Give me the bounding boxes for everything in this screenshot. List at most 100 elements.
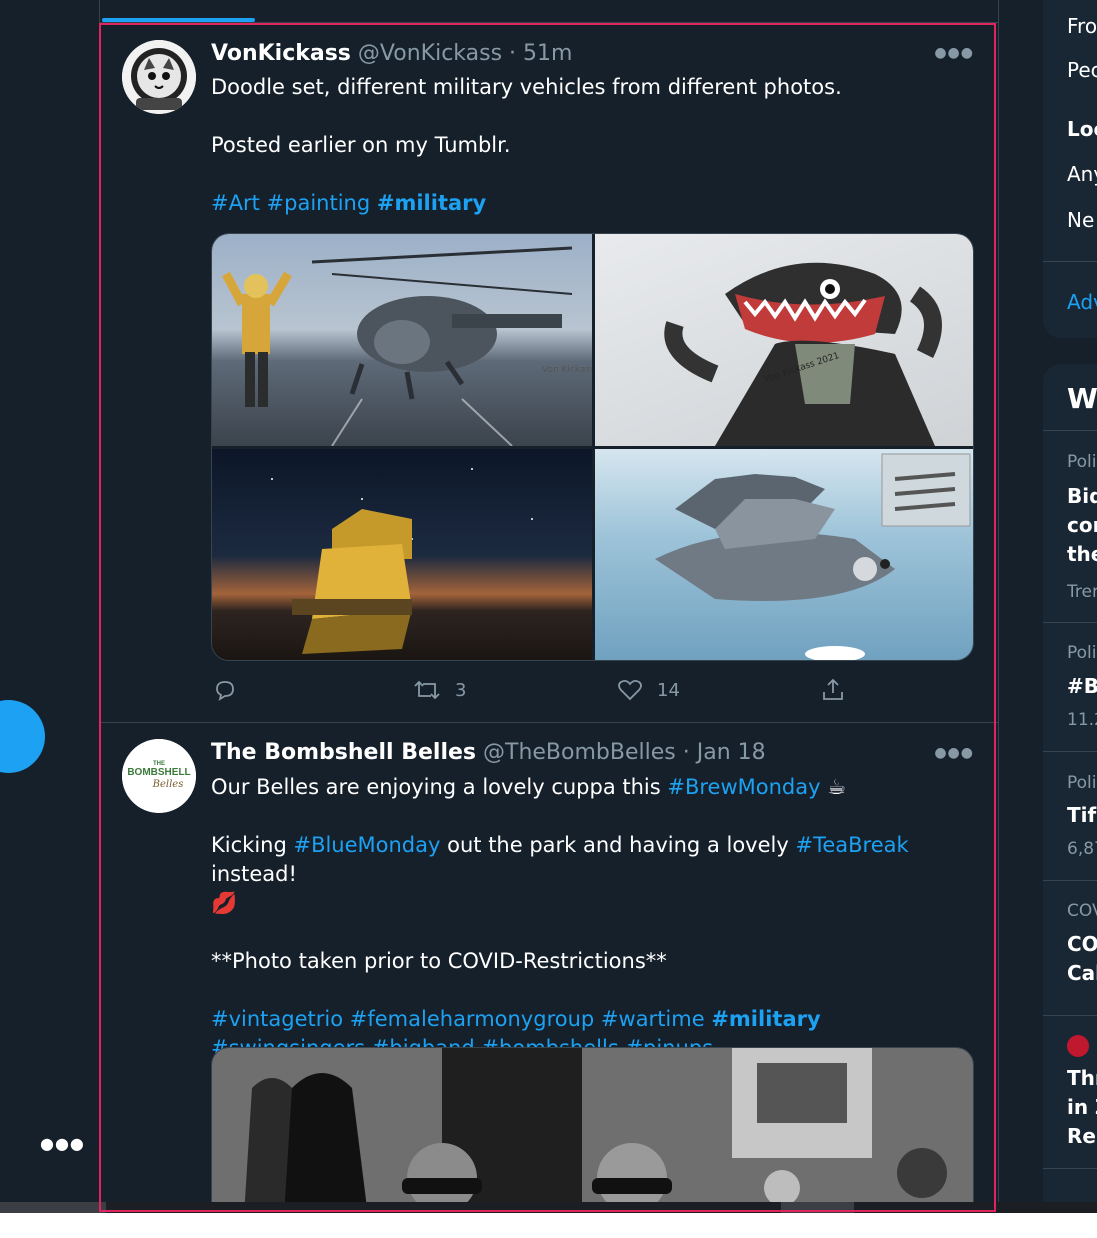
- trend-meta: 11.2: [1067, 710, 1097, 730]
- tweet-line: **Photo taken prior to COVID-Restriction…: [211, 949, 667, 973]
- hashtag[interactable]: #wartime: [601, 1007, 705, 1031]
- trend-category: COV: [1067, 901, 1097, 921]
- display-name[interactable]: The Bombshell Belles: [211, 740, 476, 765]
- tweet[interactable]: THE BOMBSHELL Belles The Bombshell Belle…: [100, 723, 998, 1213]
- hashtag[interactable]: #vintagetrio: [211, 1007, 343, 1031]
- hashtag[interactable]: #femaleharmonygroup: [350, 1007, 594, 1031]
- trends-title: W: [1067, 382, 1097, 415]
- avatar[interactable]: THE BOMBSHELL Belles: [122, 739, 196, 813]
- hashtag[interactable]: #military: [377, 191, 486, 215]
- trend-title[interactable]: Tif: [1067, 803, 1096, 827]
- reply-button[interactable]: [213, 678, 237, 702]
- window-bottom: [0, 1213, 1097, 1238]
- trend-title[interactable]: Rep: [1067, 1124, 1097, 1148]
- trend-title[interactable]: Bid: [1067, 484, 1097, 508]
- hashtag[interactable]: #BlueMonday: [293, 833, 440, 857]
- svg-text:Belles: Belles: [152, 779, 184, 790]
- more-options-icon[interactable]: ●●●: [934, 745, 974, 761]
- tweet-actions: 3 14: [211, 678, 971, 708]
- scrollbar-segment: [0, 1202, 106, 1213]
- retweet-count: 3: [455, 679, 467, 701]
- news-source-icon: [1067, 1035, 1089, 1057]
- trend-meta: Trer: [1067, 582, 1097, 602]
- tweet-line: Kicking #BlueMonday out the park and hav…: [211, 833, 909, 915]
- trend-title[interactable]: Cal: [1067, 961, 1097, 985]
- display-name[interactable]: VonKickass: [211, 41, 351, 66]
- media-seaplane[interactable]: [595, 449, 973, 660]
- media-shark-figure[interactable]: Von Kickass 2021: [595, 234, 973, 446]
- handle[interactable]: @TheBombBelles: [483, 740, 676, 765]
- hashtag[interactable]: #TeaBreak: [795, 833, 908, 857]
- hashtag-line: #Art #painting #military: [211, 189, 971, 218]
- media-tank[interactable]: [212, 449, 592, 660]
- trend-category: Poli: [1067, 773, 1097, 793]
- filter-people[interactable]: Pec: [1067, 58, 1097, 82]
- trend-title[interactable]: cor: [1067, 513, 1097, 537]
- scrollbar-thumb[interactable]: [781, 1202, 854, 1213]
- bombshell-belles-logo: THE BOMBSHELL Belles: [122, 739, 196, 813]
- divider: [1043, 1015, 1097, 1016]
- tweet-line: Doodle set, different military vehicles …: [211, 75, 842, 99]
- like-button[interactable]: 14: [617, 678, 680, 702]
- tweet-header: VonKickass @VonKickass · 51m: [211, 41, 572, 66]
- trend-title[interactable]: the: [1067, 542, 1097, 566]
- divider: [1043, 1168, 1097, 1169]
- tweet-line: Posted earlier on my Tumblr.: [211, 133, 511, 157]
- media-photo[interactable]: [211, 1047, 974, 1213]
- filter-location-heading: Loc: [1067, 117, 1097, 141]
- tank-painting: [271, 468, 533, 654]
- svg-text:BOMBSHELL: BOMBSHELL: [127, 767, 190, 778]
- divider: [1043, 751, 1097, 752]
- hashtag[interactable]: #military: [711, 1007, 820, 1031]
- right-sidebar: Fro Pec Loc Any Ne Adv W Poli Bid cor th…: [1043, 0, 1097, 1213]
- advanced-search-link[interactable]: Adv: [1067, 290, 1097, 314]
- filter-anywhere[interactable]: Any: [1067, 162, 1097, 186]
- more-options-icon[interactable]: ●●●: [934, 45, 974, 61]
- trend-title[interactable]: CO: [1067, 932, 1097, 956]
- hashtag[interactable]: #Art: [211, 191, 260, 215]
- trend-title[interactable]: Thr: [1067, 1066, 1097, 1090]
- artist-signature: Von Kickass: [542, 365, 592, 375]
- share-icon: [823, 678, 843, 700]
- trend-category: Poli: [1067, 452, 1097, 472]
- tweet[interactable]: VonKickass @VonKickass · 51m ●●● Doodle …: [100, 23, 998, 723]
- trend-title[interactable]: #By: [1067, 674, 1097, 698]
- media-grid[interactable]: Von Kickass Von Kickass 2021: [211, 233, 974, 661]
- search-filters-box: Fro Pec Loc Any Ne Adv: [1043, 0, 1097, 338]
- horizontal-scrollbar[interactable]: [0, 1202, 1097, 1213]
- heart-icon: [618, 679, 642, 701]
- trend-meta: 6,87: [1067, 839, 1097, 859]
- filter-near-you[interactable]: Ne: [1067, 208, 1094, 232]
- divider: [1043, 261, 1097, 262]
- divider: [1043, 880, 1097, 881]
- trends-box: W Poli Bid cor the Trer Poli #By 11.2 Po…: [1043, 364, 1097, 1213]
- left-sidebar: ●●●: [0, 0, 99, 1213]
- retweet-icon: [414, 680, 440, 700]
- more-dots-icon[interactable]: ●●●: [40, 1134, 85, 1153]
- tweet-header: The Bombshell Belles @TheBombBelles · Ja…: [211, 740, 766, 765]
- share-button[interactable]: [820, 678, 846, 702]
- timeline: VonKickass @VonKickass · 51m ●●● Doodle …: [99, 0, 999, 1213]
- cafe-photo: [212, 1048, 973, 1213]
- like-count: 14: [657, 679, 680, 701]
- astronaut-cat-icon: [122, 40, 196, 114]
- compose-tweet-button[interactable]: [0, 700, 45, 773]
- media-helicopter[interactable]: Von Kickass: [212, 234, 592, 446]
- avatar[interactable]: [122, 40, 196, 114]
- reply-icon: [216, 681, 234, 701]
- filter-from[interactable]: Fro: [1067, 14, 1097, 38]
- timestamp[interactable]: · Jan 18: [683, 740, 766, 765]
- divider: [1043, 622, 1097, 623]
- helicopter-painting: Von Kickass: [222, 246, 592, 446]
- handle[interactable]: @VonKickass: [358, 41, 502, 66]
- hashtag[interactable]: #BrewMonday: [667, 775, 820, 799]
- hashtag[interactable]: #painting: [267, 191, 371, 215]
- timestamp[interactable]: · 51m: [509, 41, 572, 66]
- trend-title[interactable]: in Z: [1067, 1095, 1097, 1119]
- seaplane-painting: [655, 453, 971, 660]
- tweet-line: Our Belles are enjoying a lovely cuppa t…: [211, 775, 847, 799]
- divider: [1043, 430, 1097, 431]
- tweet-text: Doodle set, different military vehicles …: [211, 73, 971, 247]
- lips-emoji: 💋: [211, 891, 238, 915]
- retweet-button[interactable]: 3: [413, 678, 466, 702]
